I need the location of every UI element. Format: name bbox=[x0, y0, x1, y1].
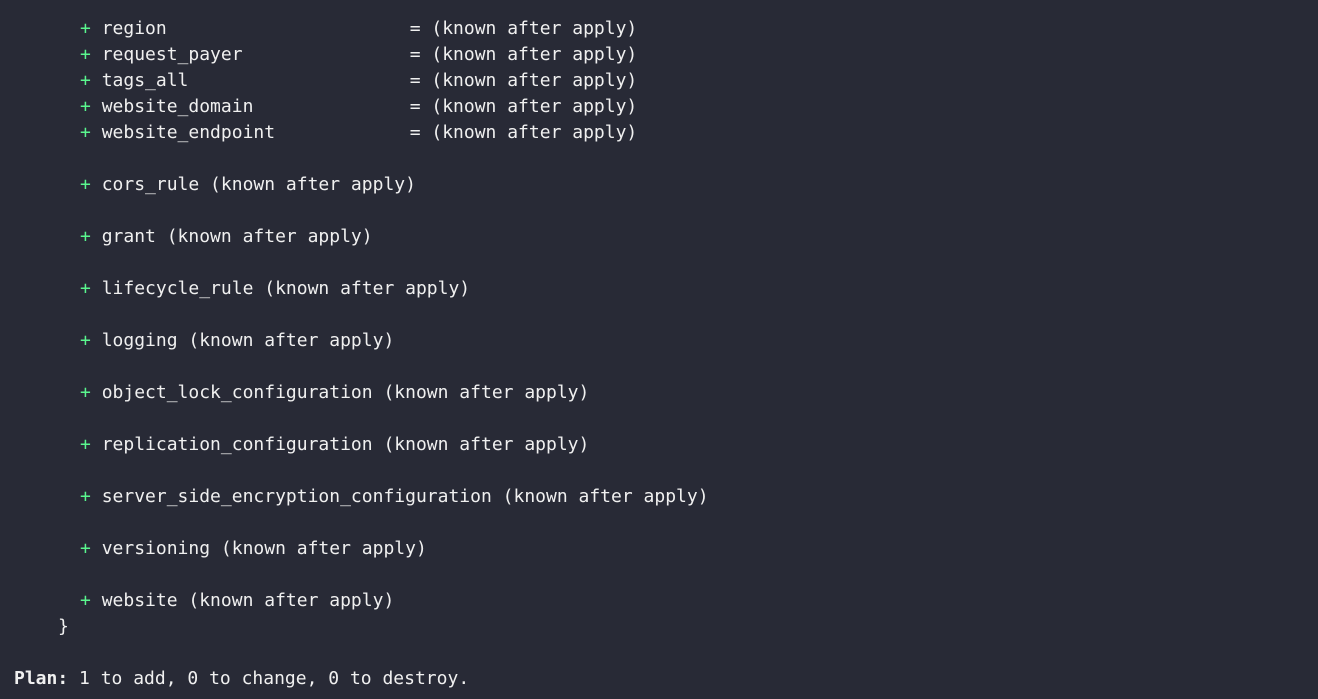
block-text: object_lock_configuration (known after a… bbox=[101, 382, 590, 403]
block-text: logging (known after apply) bbox=[101, 330, 395, 351]
plan-summary-text: 1 to add, 0 to change, 0 to destroy. bbox=[68, 668, 470, 689]
block-line-grant: + grant (known after apply) bbox=[0, 224, 1318, 250]
attribute-line-request-payer: + request_payer = (known after apply) bbox=[0, 42, 1318, 68]
attribute-value: = (known after apply) bbox=[409, 18, 638, 39]
attribute-value: = (known after apply) bbox=[409, 122, 638, 143]
plus-symbol: + bbox=[80, 44, 91, 65]
block-text: versioning (known after apply) bbox=[101, 538, 427, 559]
block-text: cors_rule (known after apply) bbox=[101, 174, 416, 195]
attribute-name: tags_all bbox=[101, 70, 189, 91]
block-text: lifecycle_rule (known after apply) bbox=[101, 278, 471, 299]
attribute-line-website-endpoint: + website_endpoint = (known after apply) bbox=[0, 120, 1318, 146]
block-line-server-side-encryption-configuration: + server_side_encryption_configuration (… bbox=[0, 484, 1318, 510]
plan-summary: Plan: 1 to add, 0 to change, 0 to destro… bbox=[0, 666, 1318, 692]
block-line-logging: + logging (known after apply) bbox=[0, 328, 1318, 354]
attribute-name: request_payer bbox=[101, 44, 243, 65]
attribute-value: = (known after apply) bbox=[409, 96, 638, 117]
closing-brace: } bbox=[58, 616, 69, 637]
plan-label: Plan: bbox=[14, 668, 69, 689]
attribute-name: region bbox=[101, 18, 167, 39]
attribute-name: website_domain bbox=[101, 96, 254, 117]
plus-symbol: + bbox=[80, 70, 91, 91]
attribute-value: = (known after apply) bbox=[409, 70, 638, 91]
block-line-object-lock-configuration: + object_lock_configuration (known after… bbox=[0, 380, 1318, 406]
block-text: grant (known after apply) bbox=[101, 226, 373, 247]
plus-symbol: + bbox=[80, 96, 91, 117]
attribute-line-tags-all: + tags_all = (known after apply) bbox=[0, 68, 1318, 94]
block-text: server_side_encryption_configuration (kn… bbox=[101, 486, 709, 507]
plus-symbol: + bbox=[80, 122, 91, 143]
block-line-website: + website (known after apply) bbox=[0, 588, 1318, 614]
attribute-line-region: + region = (known after apply) bbox=[0, 16, 1318, 42]
plus-symbol: + bbox=[80, 434, 91, 455]
terminal-output: + region = (known after apply) + request_… bbox=[0, 0, 1318, 699]
attribute-value: = (known after apply) bbox=[409, 44, 638, 65]
attribute-line-website-domain: + website_domain = (known after apply) bbox=[0, 94, 1318, 120]
attribute-name: website_endpoint bbox=[101, 122, 276, 143]
plus-symbol: + bbox=[80, 278, 91, 299]
plus-symbol: + bbox=[80, 18, 91, 39]
plus-symbol: + bbox=[80, 382, 91, 403]
plus-symbol: + bbox=[80, 330, 91, 351]
plus-symbol: + bbox=[80, 226, 91, 247]
block-line-lifecycle-rule: + lifecycle_rule (known after apply) bbox=[0, 276, 1318, 302]
plus-symbol: + bbox=[80, 174, 91, 195]
plus-symbol: + bbox=[80, 538, 91, 559]
block-text: replication_configuration (known after a… bbox=[101, 434, 590, 455]
block-text: website (known after apply) bbox=[101, 590, 395, 611]
plus-symbol: + bbox=[80, 486, 91, 507]
block-line-cors-rule: + cors_rule (known after apply) bbox=[0, 172, 1318, 198]
plus-symbol: + bbox=[80, 590, 91, 611]
block-line-replication-configuration: + replication_configuration (known after… bbox=[0, 432, 1318, 458]
block-line-versioning: + versioning (known after apply) bbox=[0, 536, 1318, 562]
